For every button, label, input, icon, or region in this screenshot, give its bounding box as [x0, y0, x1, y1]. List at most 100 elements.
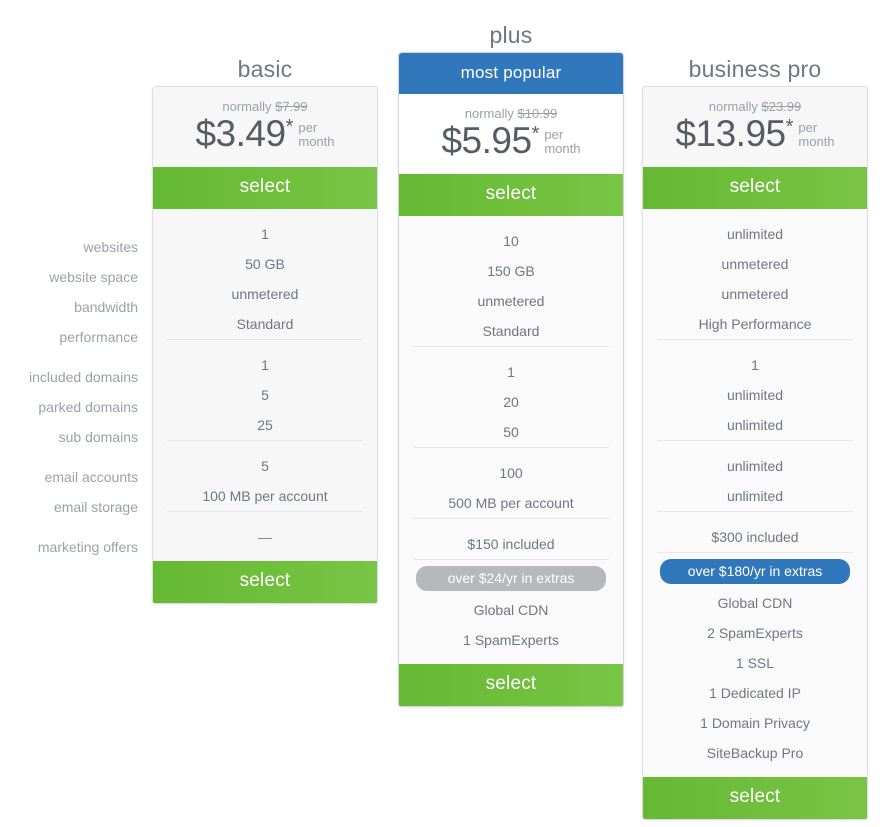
feature-group-extras-business-pro: over $180/yr in extras Global CDN 2 Spam…: [657, 551, 853, 777]
price-period-plus: per month: [544, 128, 580, 156]
price-amount-plus: $5.95: [441, 120, 532, 161]
most-popular-banner: most popular: [399, 53, 623, 94]
feature-group-hosting-plus: 10 150 GB unmetered Standard: [399, 216, 623, 346]
feature-group-email-basic: 5 100 MB per account: [167, 439, 363, 511]
price-panel-plus: normally $10.99 $5.95 * per month: [399, 94, 623, 174]
price-asterisk-basic: *: [285, 116, 294, 138]
features-basic: 1 50 GB unmetered Standard 1 5 25 5 100 …: [153, 208, 377, 561]
pricing-table: websites website space bandwidth perform…: [0, 0, 895, 827]
price-amount-basic: $3.49: [195, 113, 286, 154]
feature-value-websites-business-pro: unlimited: [726, 225, 784, 242]
extras-badge-business-pro[interactable]: over $180/yr in extras: [660, 558, 850, 584]
feature-label-website-space: website space: [49, 269, 138, 285]
feature-value-performance-plus: Standard: [482, 322, 540, 339]
feature-group-extras-plus: over $24/yr in extras Global CDN 1 SpamE…: [413, 558, 609, 664]
normally-label: normally: [222, 99, 272, 114]
feature-value-parked-domains-plus: 20: [503, 393, 519, 410]
normally-label: normally: [708, 99, 758, 114]
feature-group-marketing-business-pro: $300 included: [657, 510, 853, 552]
feature-value-marketing-offers-plus: $150 included: [467, 535, 555, 552]
feature-value-sub-domains-basic: 25: [257, 416, 273, 433]
feature-value-websites-plus: 10: [503, 232, 519, 249]
extra-item-business-dedicated-ip: 1 Dedicated IP: [709, 684, 801, 701]
feature-group-hosting-basic: 1 50 GB unmetered Standard: [153, 209, 377, 339]
feature-value-email-accounts-business-pro: unlimited: [726, 457, 784, 474]
extra-item-business-sitebackup: SiteBackup Pro: [706, 744, 804, 761]
price-period-business-pro: per month: [798, 121, 834, 149]
extra-item-business-spamexperts: 2 SpamExperts: [707, 624, 803, 641]
price-panel-business-pro: normally $23.99 $13.95 * per month: [643, 87, 867, 167]
feature-value-sub-domains-business-pro: unlimited: [726, 416, 784, 433]
price-period-line1: per: [544, 127, 564, 142]
original-price-basic: $7.99: [275, 99, 308, 114]
label-spacer: [0, 452, 138, 462]
feature-label-included-domains: included domains: [29, 369, 138, 385]
price-period-line1: per: [798, 120, 818, 135]
feature-value-email-storage-basic: 100 MB per account: [202, 487, 328, 504]
normally-price-plus: normally $10.99: [399, 106, 623, 121]
feature-label-bandwidth: bandwidth: [74, 299, 138, 315]
select-button-basic-bottom[interactable]: select: [153, 560, 377, 603]
feature-value-websites-basic: 1: [261, 225, 269, 242]
plan-column-business-pro: business pro normally $23.99 $13.95 * pe…: [642, 52, 868, 820]
feature-value-email-accounts-plus: 100: [499, 464, 523, 481]
extra-item-plus-spamexperts: 1 SpamExperts: [463, 631, 559, 648]
feature-value-website-space-basic: 50 GB: [245, 255, 285, 272]
feature-label-email-storage: email storage: [53, 499, 138, 515]
price-line-basic: $3.49 * per month: [153, 115, 377, 153]
feature-value-bandwidth-plus: unmetered: [477, 292, 545, 309]
select-button-plus-bottom[interactable]: select: [399, 663, 623, 706]
feature-value-website-space-business-pro: unmetered: [721, 255, 789, 272]
price-period-line2: month: [798, 134, 835, 149]
feature-value-parked-domains-basic: 5: [261, 386, 269, 403]
select-button-basic-top[interactable]: select: [153, 166, 377, 209]
feature-value-bandwidth-basic: unmetered: [231, 285, 299, 302]
extra-item-plus-cdn: Global CDN: [473, 601, 549, 618]
feature-label-sub-domains: sub domains: [58, 429, 138, 445]
price-asterisk-business-pro: *: [785, 116, 794, 138]
feature-label-marketing-offers: marketing offers: [37, 539, 138, 555]
normally-price-basic: normally $7.99: [153, 99, 377, 114]
price-asterisk-plus: *: [531, 123, 540, 145]
original-price-plus: $10.99: [517, 106, 558, 121]
feature-group-marketing-plus: $150 included: [413, 517, 609, 559]
normally-label: normally: [464, 106, 514, 121]
plan-card-plus: most popular normally $10.99 $5.95 * per…: [398, 52, 624, 707]
plan-column-plus: plus most popular normally $10.99 $5.95 …: [398, 18, 624, 707]
feature-value-bandwidth-business-pro: unmetered: [721, 285, 789, 302]
feature-label-performance: performance: [59, 329, 138, 345]
feature-label-parked-domains: parked domains: [38, 399, 138, 415]
extra-item-business-cdn: Global CDN: [717, 594, 793, 611]
price-line-business-pro: $13.95 * per month: [643, 115, 867, 153]
feature-value-email-accounts-basic: 5: [261, 457, 269, 474]
feature-group-domains-basic: 1 5 25: [167, 338, 363, 440]
feature-value-sub-domains-plus: 50: [503, 423, 519, 440]
price-period-line2: month: [298, 134, 335, 149]
feature-value-marketing-offers-business-pro: $300 included: [711, 528, 799, 545]
feature-value-included-domains-plus: 1: [507, 363, 515, 380]
select-button-business-pro-bottom[interactable]: select: [643, 776, 867, 819]
feature-label-websites: websites: [83, 239, 138, 255]
feature-value-performance-basic: Standard: [236, 315, 294, 332]
select-button-business-pro-top[interactable]: select: [643, 166, 867, 209]
feature-value-website-space-plus: 150 GB: [487, 262, 535, 279]
price-period-line1: per: [298, 120, 318, 135]
normally-price-business-pro: normally $23.99: [643, 99, 867, 114]
feature-value-included-domains-business-pro: 1: [751, 356, 759, 373]
price-amount-business-pro: $13.95: [675, 113, 786, 154]
plan-title-plus: plus: [489, 22, 533, 48]
feature-value-parked-domains-business-pro: unlimited: [726, 386, 784, 403]
feature-group-email-business-pro: unlimited unlimited: [657, 439, 853, 511]
feature-group-email-plus: 100 500 MB per account: [413, 446, 609, 518]
features-plus: 10 150 GB unmetered Standard 1 20 50 100…: [399, 215, 623, 664]
extras-badge-plus[interactable]: over $24/yr in extras: [416, 565, 606, 591]
feature-group-domains-plus: 1 20 50: [413, 345, 609, 447]
extra-item-business-ssl: 1 SSL: [735, 654, 775, 671]
plan-column-basic: basic normally $7.99 $3.49 * per month s…: [152, 52, 378, 604]
feature-label-rail: websites website space bandwidth perform…: [0, 232, 138, 562]
select-button-plus-top[interactable]: select: [399, 173, 623, 216]
label-spacer: [0, 352, 138, 362]
plan-title-basic: basic: [237, 56, 293, 82]
feature-value-performance-business-pro: High Performance: [698, 315, 812, 332]
price-period-line2: month: [544, 141, 581, 156]
